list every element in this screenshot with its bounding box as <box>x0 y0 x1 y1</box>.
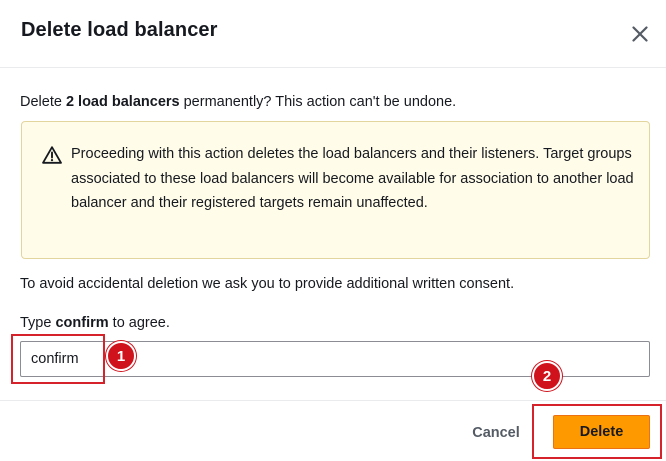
warning-icon <box>42 146 62 164</box>
warning-alert: Proceeding with this action deletes the … <box>21 121 650 259</box>
delete-button[interactable]: Delete <box>553 415 650 449</box>
prompt-prefix: Delete <box>20 94 66 110</box>
warning-text: Proceeding with this action deletes the … <box>71 146 634 211</box>
step-badge-2: 2 <box>532 361 562 391</box>
type-prefix: Type <box>20 315 56 331</box>
step-badge-1: 1 <box>106 341 136 371</box>
delete-load-balancer-modal: Delete load balancer Delete 2 load balan… <box>0 0 666 461</box>
prompt-suffix: permanently? This action can't be undone… <box>179 94 457 110</box>
type-suffix: to agree. <box>108 315 170 331</box>
consent-text: To avoid accidental deletion we ask you … <box>20 276 515 292</box>
type-keyword: confirm <box>55 315 109 331</box>
cancel-button[interactable]: Cancel <box>456 418 536 448</box>
close-button[interactable] <box>626 20 654 48</box>
confirm-label: Type confirm to agree. <box>20 315 170 331</box>
close-icon <box>632 26 648 42</box>
modal-title: Delete load balancer <box>21 19 218 41</box>
delete-prompt: Delete 2 load balancers permanently? Thi… <box>20 94 456 110</box>
footer-divider <box>0 400 666 401</box>
prompt-count: 2 load balancers <box>65 94 180 110</box>
modal-header: Delete load balancer <box>0 0 666 68</box>
